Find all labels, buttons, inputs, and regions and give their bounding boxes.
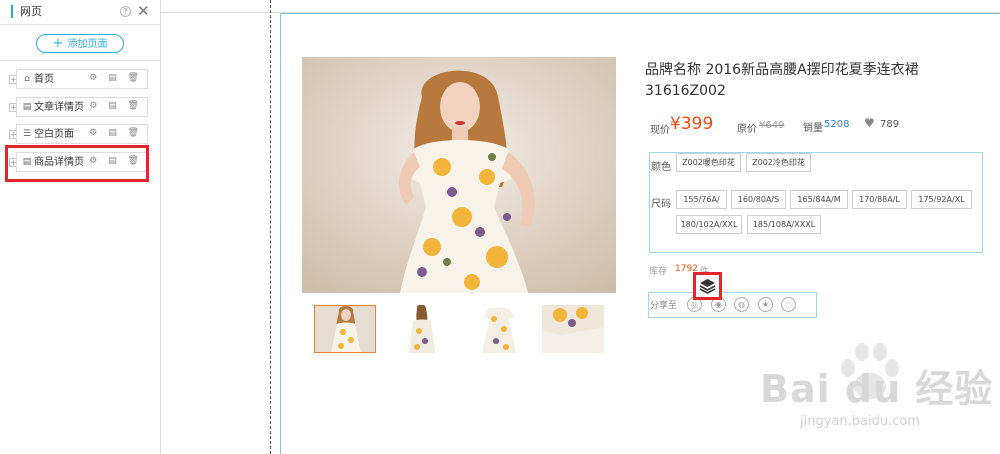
size-option[interactable]: 170/88A/L <box>852 190 907 209</box>
thumbnail-image <box>542 305 604 353</box>
annotation-highlight-box <box>693 272 722 300</box>
thumbnail-4[interactable] <box>542 305 604 353</box>
item-tools-icons[interactable]: ⚙ ▤ 🗑 <box>89 73 143 83</box>
color-option[interactable]: Z002冷色印花 <box>746 153 811 172</box>
add-page-label: 添加页面 <box>67 39 108 50</box>
size-option[interactable]: 180/102A/XXL <box>676 215 742 234</box>
share-qzone-icon[interactable]: ★ <box>758 297 773 312</box>
watermark-url: jingyan.baidu.com <box>800 414 920 429</box>
divider <box>0 60 160 61</box>
plus-icon: + <box>52 36 64 51</box>
thumbnail-image <box>315 306 375 352</box>
blue-guide-line <box>280 13 281 454</box>
layers-icon[interactable] <box>699 278 716 294</box>
model-photo <box>302 57 616 293</box>
page-item-blank[interactable]: ☰ 空白页面 ⚙ ▤ 🗑 <box>16 124 148 144</box>
item-tools-icons[interactable]: ⚙ ▤ 🗑 <box>89 128 143 138</box>
size-option[interactable]: 160/80A/S <box>731 190 786 209</box>
page-item-article-detail[interactable]: ▤ 文章详情页 ⚙ ▤ 🗑 <box>16 97 148 117</box>
blue-guide-line <box>280 13 1000 14</box>
thumbnail-3[interactable] <box>468 305 530 353</box>
stock-label: 库存 <box>649 267 668 277</box>
sales-value: 5208 <box>824 119 850 130</box>
close-icon[interactable]: ✕ <box>137 2 150 20</box>
sales-label: 销量 <box>803 123 823 134</box>
current-price: ¥399 <box>670 114 714 134</box>
likes-count: 789 <box>880 119 900 130</box>
annotation-highlight-box <box>5 145 149 182</box>
thumbnail-2[interactable] <box>391 305 453 353</box>
watermark-brand: Bai du 经验 <box>760 367 994 411</box>
share-weibo-icon[interactable]: ◍ <box>734 297 749 312</box>
page-item-label: 文章详情页 <box>34 102 84 113</box>
size-option[interactable]: 155/76A/ <box>676 190 727 209</box>
original-price-label: 原价 <box>737 124 757 135</box>
color-option[interactable]: Z002暖色印花 <box>676 153 741 172</box>
page-item-label: 空白页面 <box>34 129 74 140</box>
page-manager-panel: 网页 ? ✕ + 添加页面 + ⌂ 首页 ⚙ ▤ 🗑 + ▤ 文章详情页 ⚙ ▤ … <box>0 0 161 454</box>
share-douban-icon[interactable]: ◌ <box>781 297 796 312</box>
help-icon[interactable]: ? <box>120 6 131 17</box>
list-icon: ☰ <box>22 129 32 139</box>
item-tools-icons[interactable]: ⚙ ▤ 🗑 <box>89 101 143 111</box>
size-option[interactable]: 185/108A/XXXL <box>747 215 821 234</box>
baidu-jingyan-watermark: Bai du 经验 jingyan.baidu.com <box>760 342 994 442</box>
thumbnail-1[interactable] <box>314 305 376 353</box>
color-label: 颜色 <box>651 162 671 173</box>
page-item-home[interactable]: ⌂ 首页 ⚙ ▤ 🗑 <box>16 69 148 89</box>
size-option[interactable]: 165/84A/M <box>790 190 848 209</box>
home-icon: ⌂ <box>24 74 30 84</box>
heart-icon[interactable]: ♥ <box>864 116 875 130</box>
add-page-button[interactable]: + 添加页面 <box>36 34 124 53</box>
product-options-box: 颜色 Z002暖色印花 Z002冷色印花 尺码 155/76A/ 160/80A… <box>649 152 983 253</box>
size-label: 尺码 <box>651 199 671 210</box>
product-main-image[interactable] <box>302 57 616 293</box>
document-icon: ▤ <box>22 102 32 112</box>
size-option[interactable]: 175/92A/XL <box>911 190 972 209</box>
share-label: 分享至 <box>650 301 678 311</box>
page-item-label: 首页 <box>34 74 54 85</box>
panel-header: 网页 ? ✕ <box>0 0 160 25</box>
original-price: ¥649 <box>759 120 785 131</box>
current-price-label: 现价 <box>650 125 670 136</box>
product-title: 品牌名称 2016新品高腰A摆印花夏季连衣裙31616Z002 <box>645 62 919 99</box>
thumbnail-image <box>468 305 530 353</box>
dashed-guide-line <box>270 0 271 454</box>
panel-title: 网页 <box>11 5 42 18</box>
canvas-top-ruler <box>161 0 1000 13</box>
thumbnail-image <box>391 305 453 353</box>
